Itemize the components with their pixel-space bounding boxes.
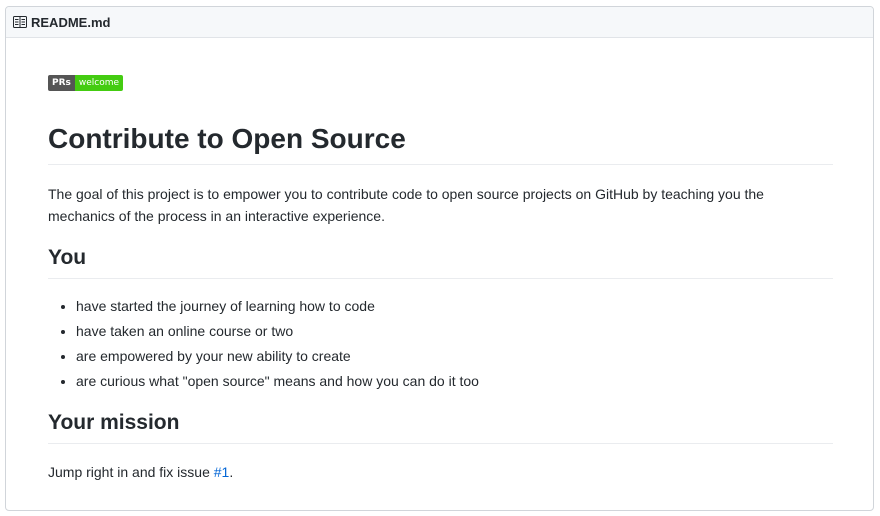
badge-label: PRs — [48, 75, 75, 91]
section-heading-mission: Your mission — [48, 409, 833, 444]
page-title: Contribute to Open Source — [48, 120, 833, 165]
list-item: have started the journey of learning how… — [76, 294, 833, 319]
issue-link[interactable]: #1 — [214, 464, 230, 480]
badge-value: welcome — [74, 75, 124, 91]
list-item: have taken an online course or two — [76, 319, 833, 344]
mission-paragraph: Jump right in and fix issue #1. — [48, 461, 233, 483]
mission-text-prefix: Jump right in and fix issue — [48, 464, 214, 480]
readme-filename: README.md — [31, 14, 111, 30]
you-list: have started the journey of learning how… — [48, 294, 833, 394]
readme-header: README.md — [6, 7, 873, 38]
list-item: are empowered by your new ability to cre… — [76, 344, 833, 369]
intro-paragraph: The goal of this project is to empower y… — [48, 186, 764, 224]
readme-container: README.md PRs welcome Contribute to Open… — [5, 6, 874, 511]
book-icon — [13, 16, 27, 28]
list-item: are curious what "open source" means and… — [76, 369, 833, 394]
mission-text-suffix: . — [229, 464, 234, 480]
prs-welcome-badge[interactable]: PRs welcome — [48, 75, 124, 91]
section-heading-you: You — [48, 244, 833, 279]
